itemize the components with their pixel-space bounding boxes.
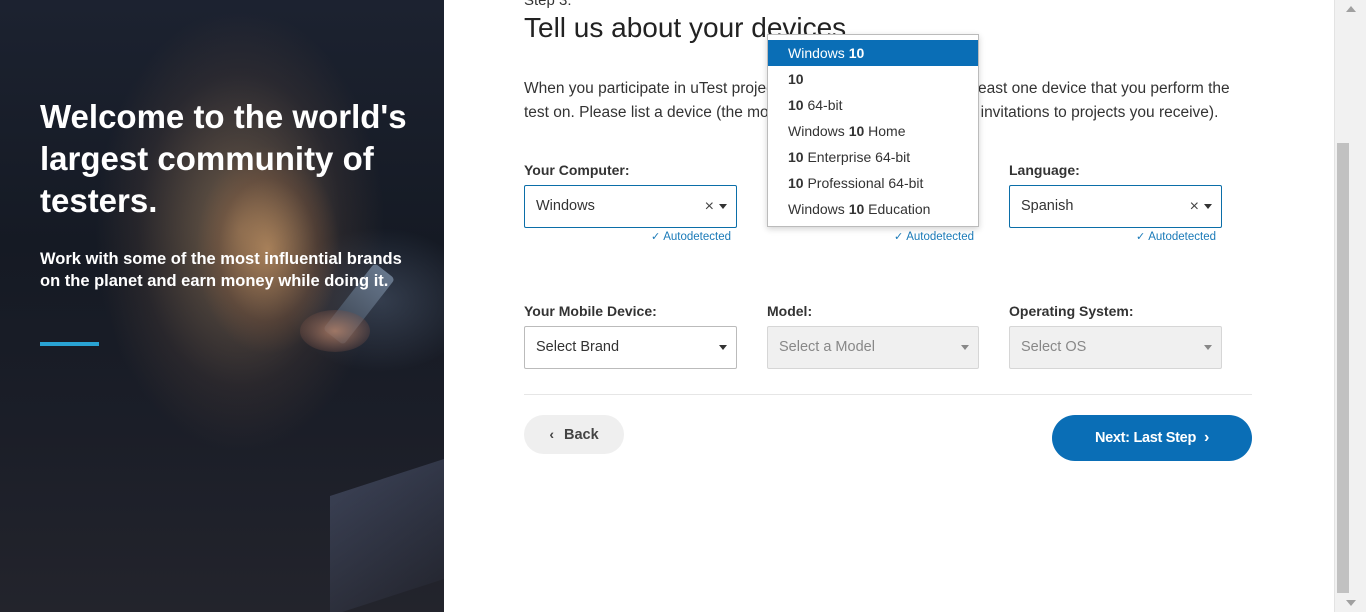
chevron-down-icon[interactable] xyxy=(719,345,727,350)
language-select[interactable]: Spanish × xyxy=(1009,185,1222,228)
mobile-os-placeholder: Select OS xyxy=(1021,339,1087,355)
check-icon: ✓ xyxy=(1136,231,1146,243)
hero-photo-hand xyxy=(300,310,370,352)
computer-select-value: Windows xyxy=(536,198,595,214)
chevron-right-icon: › xyxy=(1204,429,1210,446)
next-button[interactable]: Next: Last Step › xyxy=(1052,415,1252,461)
os-option[interactable]: Windows 10 Education xyxy=(768,196,978,222)
mobile-brand-select[interactable]: Select Brand xyxy=(524,326,737,369)
os-option[interactable]: Windows 10 Home xyxy=(768,118,978,144)
os-autodetected: ✓ Autodetected xyxy=(894,231,974,243)
mobile-os-select[interactable]: Select OS xyxy=(1009,326,1222,369)
back-button-label: Back xyxy=(564,427,599,443)
back-button[interactable]: ‹ Back xyxy=(524,415,624,454)
computer-autodetected: ✓ Autodetected xyxy=(651,231,731,243)
hero-heading: Welcome to the world's largest community… xyxy=(40,98,407,219)
next-button-label: Next: Last Step xyxy=(1094,430,1197,446)
chevron-left-icon: ‹ xyxy=(549,426,554,442)
os-option[interactable]: 10 Enterprise 64-bit xyxy=(768,144,978,170)
mobile-device-label: Your Mobile Device: xyxy=(524,303,657,319)
computer-label: Your Computer: xyxy=(524,162,630,178)
language-label: Language: xyxy=(1009,162,1080,178)
model-label: Model: xyxy=(767,303,813,319)
os-option[interactable]: Windows 10 xyxy=(768,40,978,66)
hero-subheading: Work with some of the most influential b… xyxy=(40,250,402,290)
chevron-down-icon[interactable] xyxy=(719,204,727,209)
hero-accent-bar xyxy=(40,342,99,346)
language-autodetected: ✓ Autodetected xyxy=(1136,231,1216,243)
computer-select[interactable]: Windows × xyxy=(524,185,737,228)
clear-icon[interactable]: × xyxy=(1190,186,1199,227)
hero-photo-laptop xyxy=(330,444,444,612)
chevron-down-icon[interactable] xyxy=(961,345,969,350)
model-placeholder: Select a Model xyxy=(779,339,875,355)
os-option[interactable]: 10 Professional 64-bit xyxy=(768,170,978,196)
mobile-brand-placeholder: Select Brand xyxy=(536,339,620,355)
scroll-up-arrow-icon[interactable] xyxy=(1346,6,1356,12)
model-select[interactable]: Select a Model xyxy=(767,326,979,369)
chevron-down-icon[interactable] xyxy=(1204,204,1212,209)
form-divider xyxy=(524,394,1252,395)
os-option[interactable]: 10 64-bit xyxy=(768,92,978,118)
page-scrollbar[interactable] xyxy=(1334,0,1366,612)
os-dropdown-menu: Windows 10 10 10 64-bit Windows 10 Home … xyxy=(767,34,979,227)
scrollbar-thumb[interactable] xyxy=(1337,143,1349,593)
check-icon: ✓ xyxy=(894,231,904,243)
mobile-os-label: Operating System: xyxy=(1009,303,1134,319)
hero-panel: Welcome to the world's largest community… xyxy=(0,0,444,612)
os-option[interactable]: 10 xyxy=(768,66,978,92)
clear-icon[interactable]: × xyxy=(705,186,714,227)
check-icon: ✓ xyxy=(651,231,661,243)
step-indicator: Step 3: xyxy=(524,0,572,9)
chevron-down-icon[interactable] xyxy=(1204,345,1212,350)
scroll-down-arrow-icon[interactable] xyxy=(1346,600,1356,606)
language-select-value: Spanish xyxy=(1021,198,1074,214)
